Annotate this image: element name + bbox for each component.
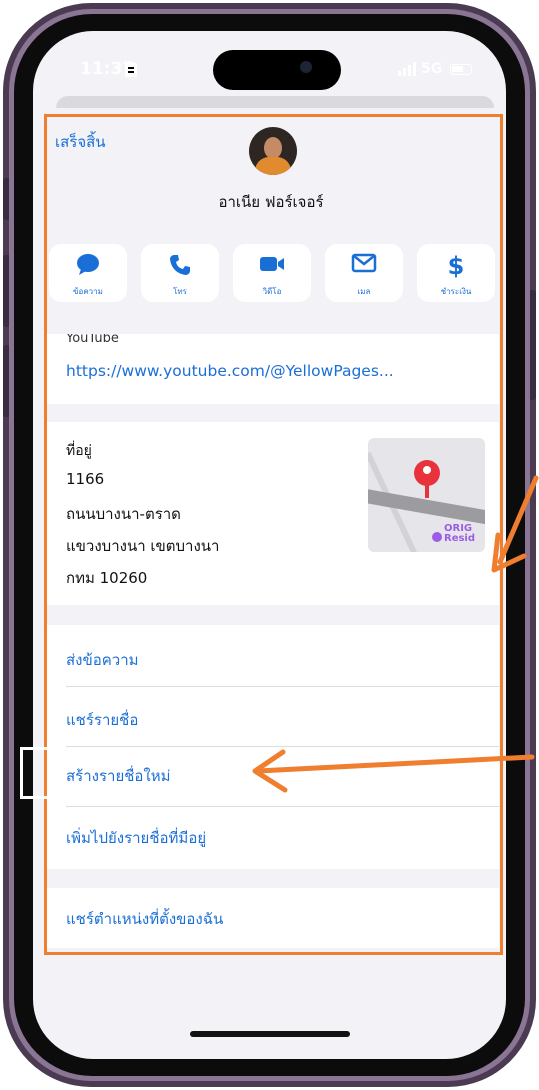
home-indicator[interactable]	[190, 1031, 350, 1037]
annotation-arrow-create-contact	[252, 749, 535, 793]
annotation-arrows	[252, 475, 539, 793]
annotation-arrow-map	[491, 475, 539, 573]
